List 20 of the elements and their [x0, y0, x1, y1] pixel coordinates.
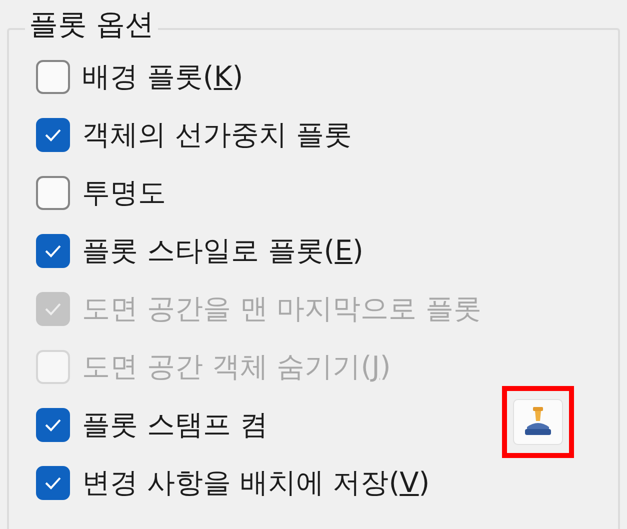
checkbox-label: 변경 사항을 배치에 저장(V) — [82, 466, 430, 500]
checkbox[interactable] — [36, 118, 70, 152]
checkmark-icon — [44, 302, 62, 316]
checkbox-label: 객체의 선가중치 플롯 — [82, 118, 352, 152]
checkbox[interactable] — [36, 60, 70, 94]
checkmark-icon — [44, 418, 62, 432]
checkmark-icon — [44, 476, 62, 490]
checkbox[interactable] — [36, 176, 70, 210]
checkbox-label: 플롯 스타일로 플롯(E) — [82, 234, 364, 268]
checkbox-label: 투명도 — [82, 176, 166, 210]
checkmark-icon — [44, 128, 62, 142]
checkbox-label: 도면 공간을 맨 마지막으로 플롯 — [82, 292, 482, 326]
checkbox-label: 플롯 스탬프 켬 — [82, 408, 268, 442]
checkbox[interactable] — [36, 466, 70, 500]
plot-stamp-button[interactable] — [513, 399, 563, 445]
checkbox-label: 배경 플롯(K) — [82, 60, 244, 94]
checkbox-label: 도면 공간 객체 숨기기(J) — [82, 350, 391, 384]
checkbox[interactable] — [36, 234, 70, 268]
checkmark-icon — [44, 244, 62, 258]
checkbox[interactable] — [36, 408, 70, 442]
